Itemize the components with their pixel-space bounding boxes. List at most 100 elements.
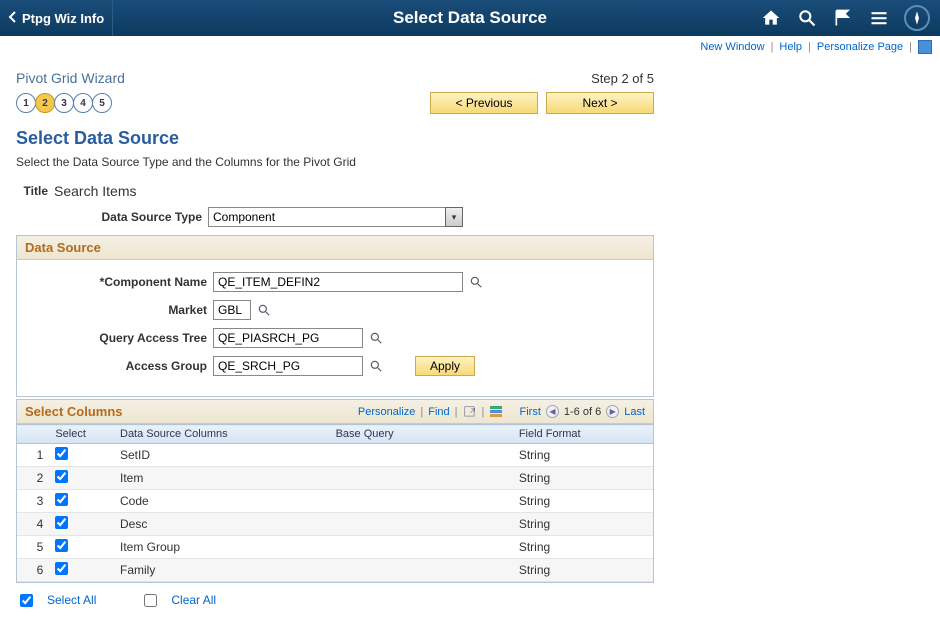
topbar-icons	[760, 5, 940, 31]
wizard-step-3[interactable]: 3	[54, 93, 74, 113]
row-number: 4	[17, 513, 49, 536]
first-link[interactable]: First	[520, 406, 541, 418]
cell-dsc: Desc	[114, 513, 330, 536]
cell-bq	[330, 513, 513, 536]
table-row: 2ItemString	[17, 467, 653, 490]
row-number: 6	[17, 559, 49, 582]
back-button[interactable]: Ptpg Wiz Info	[0, 0, 113, 36]
cell-ff: String	[513, 444, 653, 467]
data-source-box-title: Data Source	[17, 236, 653, 260]
new-window-link[interactable]: New Window	[700, 41, 764, 53]
utility-links: New Window | Help | Personalize Page |	[0, 36, 940, 58]
wizard-step-1[interactable]: 1	[16, 93, 36, 113]
cell-ff: String	[513, 490, 653, 513]
menu-icon[interactable]	[868, 7, 890, 29]
title-field-value: Search Items	[54, 183, 136, 199]
cell-ff: String	[513, 467, 653, 490]
clear-all-checkbox[interactable]	[144, 594, 157, 607]
table-row: 6 Family String	[17, 559, 653, 582]
top-nav-bar: Ptpg Wiz Info Select Data Source	[0, 0, 940, 36]
row-select-checkbox[interactable]	[55, 470, 68, 483]
range-label: 1-6 of 6	[564, 406, 601, 418]
table-row: 4 Desc String	[17, 513, 653, 536]
title-field-label: Title	[16, 184, 48, 198]
access-group-input[interactable]	[213, 356, 363, 376]
cell-bq	[330, 444, 513, 467]
back-label: Ptpg Wiz Info	[22, 11, 104, 26]
component-name-label: *Component Name	[27, 275, 207, 289]
cell-dsc: Item Group	[114, 536, 330, 559]
cell-ff: String	[513, 536, 653, 559]
row-select-checkbox[interactable]	[55, 562, 68, 575]
personalize-page-link[interactable]: Personalize Page	[817, 41, 903, 53]
col-header-bq[interactable]: Base Query	[330, 425, 513, 444]
table-row: 1 SetID String	[17, 444, 653, 467]
component-name-input[interactable]	[213, 272, 463, 292]
personalize-link[interactable]: Personalize	[358, 406, 415, 418]
navigator-icon[interactable]	[904, 5, 930, 31]
help-link[interactable]: Help	[779, 41, 802, 53]
col-header-ff[interactable]: Field Format	[513, 425, 653, 444]
row-number: 1	[17, 444, 49, 467]
print-icon[interactable]	[918, 40, 932, 54]
wizard-step-label: Step 2 of 5	[591, 71, 654, 86]
row-select-checkbox[interactable]	[55, 447, 68, 460]
download-icon[interactable]	[489, 405, 503, 419]
next-page-icon[interactable]: ▶	[606, 405, 619, 418]
row-number: 5	[17, 536, 49, 559]
last-link[interactable]: Last	[624, 406, 645, 418]
wizard-steps: 12345	[16, 93, 111, 113]
data-source-type-select[interactable]	[208, 207, 446, 227]
query-access-tree-input[interactable]	[213, 328, 363, 348]
flag-icon[interactable]	[832, 7, 854, 29]
wizard-step-5[interactable]: 5	[92, 93, 112, 113]
col-header-dsc[interactable]: Data Source Columns	[114, 425, 330, 444]
home-icon[interactable]	[760, 7, 782, 29]
lookup-icon[interactable]	[369, 331, 383, 345]
dropdown-arrow-icon[interactable]: ▾	[445, 207, 463, 227]
grid-title: Select Columns	[25, 404, 123, 419]
cell-bq	[330, 536, 513, 559]
data-source-groupbox: Data Source *Component Name Market Query…	[16, 235, 654, 397]
search-icon[interactable]	[796, 7, 818, 29]
apply-button[interactable]: Apply	[415, 356, 475, 376]
col-header-select[interactable]: Select	[49, 425, 114, 444]
wizard-title: Pivot Grid Wizard	[16, 70, 125, 86]
previous-button[interactable]: < Previous	[430, 92, 538, 114]
lookup-icon[interactable]	[469, 275, 483, 289]
cell-ff: String	[513, 559, 653, 582]
lookup-icon[interactable]	[257, 303, 271, 317]
cell-ff: String	[513, 513, 653, 536]
wizard-step-2[interactable]: 2	[35, 93, 55, 113]
row-select-checkbox[interactable]	[55, 516, 68, 529]
market-input[interactable]	[213, 300, 251, 320]
zoom-icon[interactable]	[463, 405, 477, 419]
cell-dsc: Item	[114, 467, 330, 490]
page-title-header: Select Data Source	[393, 8, 547, 28]
select-all-link[interactable]: Select All	[47, 593, 96, 607]
lookup-icon[interactable]	[369, 359, 383, 373]
cell-bq	[330, 490, 513, 513]
prev-page-icon[interactable]: ◀	[546, 405, 559, 418]
table-row: 3CodeString	[17, 490, 653, 513]
wizard-step-4[interactable]: 4	[73, 93, 93, 113]
cell-dsc: Family	[114, 559, 330, 582]
select-columns-grid: Select Columns Personalize | Find | | Fi…	[16, 399, 654, 583]
chevron-left-icon	[8, 10, 18, 26]
market-label: Market	[27, 303, 207, 317]
cell-dsc: Code	[114, 490, 330, 513]
next-button[interactable]: Next >	[546, 92, 654, 114]
clear-all-link[interactable]: Clear All	[171, 593, 216, 607]
table-row: 5 Item Group String	[17, 536, 653, 559]
cell-dsc: SetID	[114, 444, 330, 467]
query-access-tree-label: Query Access Tree	[27, 331, 207, 345]
data-source-type-label: Data Source Type	[16, 210, 202, 224]
select-all-checkbox[interactable]	[20, 594, 33, 607]
row-select-checkbox[interactable]	[55, 539, 68, 552]
columns-table: Select Data Source Columns Base Query Fi…	[17, 424, 653, 582]
find-link[interactable]: Find	[428, 406, 449, 418]
row-select-checkbox[interactable]	[55, 493, 68, 506]
cell-bq	[330, 559, 513, 582]
section-heading: Select Data Source	[16, 128, 654, 149]
access-group-label: Access Group	[27, 359, 207, 373]
